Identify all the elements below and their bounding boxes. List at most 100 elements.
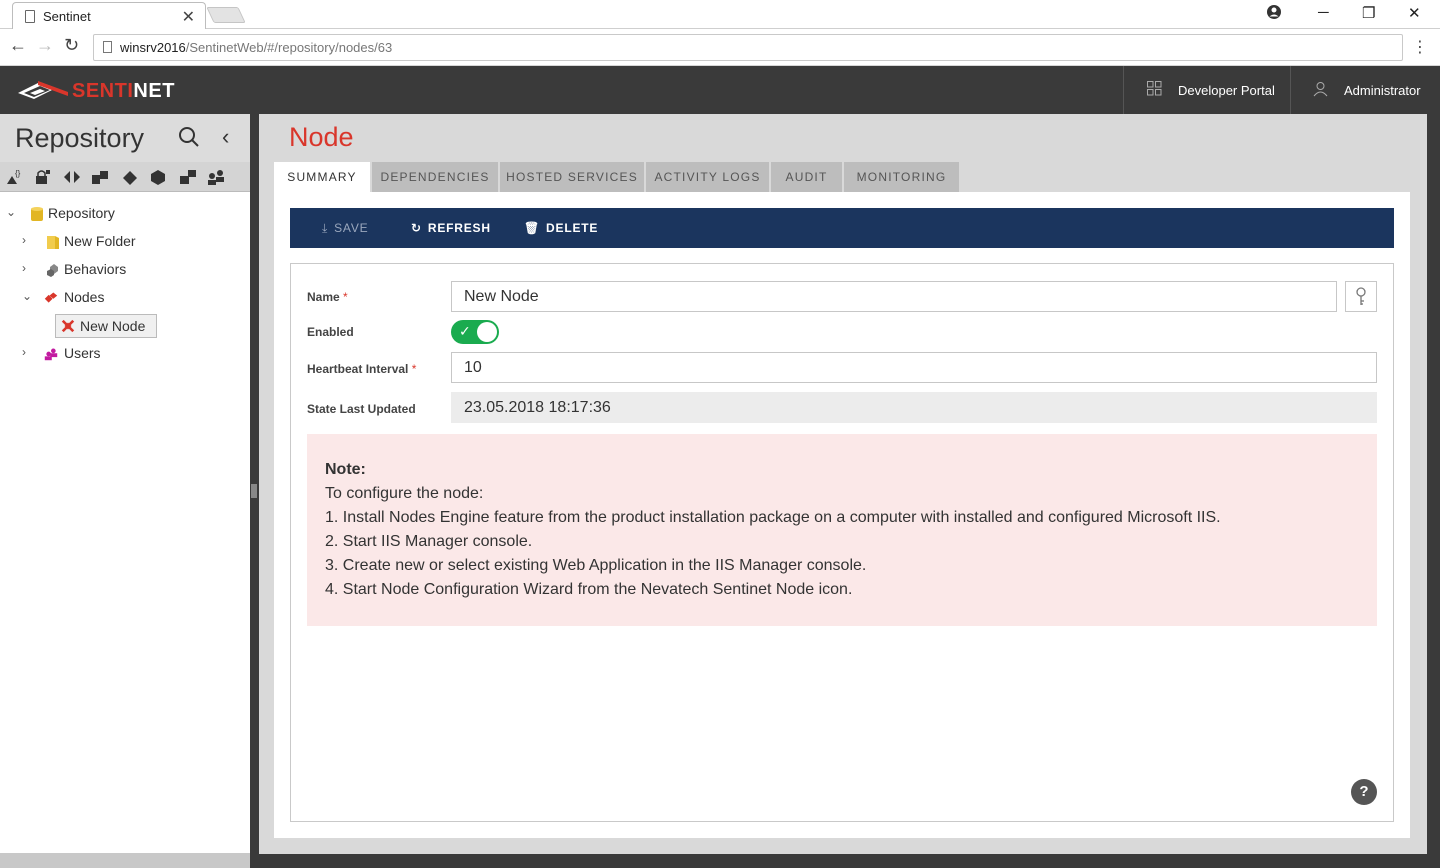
note-line: To configure the node:	[325, 485, 484, 502]
collapse-sidebar-icon[interactable]: ‹	[222, 124, 229, 150]
save-button[interactable]: ⤓ SAVE	[322, 221, 368, 236]
node-error-icon	[61, 319, 75, 333]
tree-item-label: Users	[64, 345, 101, 361]
check-icon: ✓	[459, 323, 471, 339]
header-divider	[1123, 66, 1124, 114]
search-icon[interactable]	[178, 126, 200, 148]
behaviors-icon	[47, 264, 58, 277]
note-line: 1. Install Nodes Engine feature from the…	[325, 509, 1221, 526]
user-menu[interactable]: Administrator	[1344, 83, 1421, 98]
page-icon	[25, 10, 35, 23]
add-interface-icon[interactable]: {}	[6, 168, 26, 186]
add-service-icon[interactable]	[90, 168, 110, 186]
download-icon: ⤓	[322, 221, 329, 235]
back-icon[interactable]: ←	[9, 35, 27, 56]
tree-item-label: Nodes	[64, 289, 105, 305]
sidebar-footer	[0, 853, 250, 868]
tab-dependencies[interactable]: DEPENDENCIES	[372, 162, 499, 192]
add-folder-icon[interactable]	[178, 168, 198, 186]
refresh-icon: ↻	[411, 221, 422, 235]
sidebar-header: Repository ‹	[0, 114, 250, 162]
key-button[interactable]	[1345, 281, 1377, 312]
action-toolbar: ⤓ SAVE ↻ REFRESH 🗑 DELETE	[290, 208, 1394, 248]
developer-portal-link[interactable]: Developer Portal	[1178, 83, 1275, 98]
reload-icon[interactable]: ↻	[64, 35, 79, 56]
minimize-icon[interactable]: ─	[1318, 4, 1329, 21]
svg-text:{}: {}	[15, 169, 21, 178]
forward-icon[interactable]: →	[36, 35, 54, 56]
note-line: 3. Create new or select existing Web App…	[325, 557, 867, 574]
user-icon	[1313, 82, 1328, 97]
save-label: SAVE	[334, 221, 369, 235]
refresh-label: REFRESH	[427, 221, 491, 235]
browser-menu-icon[interactable]: ⋮	[1412, 37, 1428, 57]
add-user-icon[interactable]	[206, 168, 226, 186]
add-node-icon[interactable]	[120, 168, 140, 186]
refresh-button[interactable]: ↻ REFRESH	[411, 221, 491, 235]
configuration-note: Note: To configure the node: 1. Install …	[307, 434, 1377, 626]
add-routing-icon[interactable]	[62, 168, 82, 186]
browser-tab[interactable]: Sentinet ✕	[12, 2, 206, 29]
sidebar-toolbar: {}	[0, 162, 250, 192]
logo-text-part2: NET	[133, 80, 175, 102]
name-field[interactable]: New Node	[451, 281, 1337, 312]
state-last-updated-value: 23.05.2018 18:17:36	[451, 392, 1377, 423]
page-info-icon[interactable]	[103, 41, 112, 53]
chevron-right-icon[interactable]: ›	[22, 345, 26, 359]
url-text[interactable]: winsrv2016/SentinetWeb/#/repository/node…	[120, 40, 392, 55]
grid-icon	[1147, 81, 1162, 96]
note-line: 4. Start Node Configuration Wizard from …	[325, 581, 853, 598]
enabled-label: Enabled	[307, 325, 354, 339]
address-bar[interactable]: winsrv2016/SentinetWeb/#/repository/node…	[93, 34, 1403, 61]
name-label-text: Name	[307, 290, 340, 304]
sidebar: Repository ‹ {} ⌄ Repository › New Folde…	[0, 114, 250, 868]
browser-tab-title: Sentinet	[43, 9, 91, 24]
tree-item-new-node[interactable]: New Node	[55, 314, 157, 338]
heartbeat-label-text: Heartbeat Interval	[307, 362, 409, 376]
key-icon	[1356, 287, 1366, 305]
delete-button[interactable]: 🗑 DELETE	[524, 221, 598, 235]
note-line: 2. Start IIS Manager console.	[325, 533, 533, 550]
chevron-down-icon[interactable]: ⌄	[6, 205, 16, 219]
add-behavior-icon[interactable]	[148, 168, 168, 186]
folder-icon	[47, 236, 59, 249]
close-tab-icon[interactable]: ✕	[182, 7, 195, 27]
sidebar-title: Repository	[15, 123, 145, 153]
heartbeat-interval-field[interactable]: 10	[451, 352, 1377, 383]
chevron-right-icon[interactable]: ›	[22, 233, 26, 247]
app-logo-text[interactable]: SENTINET	[72, 80, 175, 103]
splitter-handle[interactable]	[251, 484, 257, 498]
browser-tabbar: Sentinet ✕ ─ ❐ ✕	[0, 0, 1440, 29]
chevron-right-icon[interactable]: ›	[22, 261, 26, 275]
users-icon	[44, 348, 58, 361]
help-button[interactable]: ?	[1351, 779, 1377, 805]
tab-activity-logs[interactable]: ACTIVITY LOGS	[646, 162, 770, 192]
tab-hosted-services[interactable]: HOSTED SERVICES	[500, 162, 645, 192]
tree-item-label: Repository	[48, 205, 115, 221]
name-label: Name *	[307, 290, 348, 304]
enabled-toggle[interactable]: ✓	[451, 320, 499, 344]
required-mark: *	[411, 362, 417, 376]
tree-item-label: New Node	[80, 318, 146, 334]
database-icon	[31, 207, 43, 221]
state-last-updated-label: State Last Updated	[307, 402, 416, 416]
toggle-knob	[477, 322, 497, 342]
chevron-down-icon[interactable]: ⌄	[22, 289, 32, 303]
new-tab-button[interactable]	[206, 7, 246, 23]
page-title: Node	[289, 122, 354, 152]
delete-label: DELETE	[546, 221, 599, 235]
add-security-icon[interactable]	[34, 168, 54, 186]
tree-item-label: Behaviors	[64, 261, 127, 277]
logo-text-part1: SENTI	[72, 80, 134, 102]
heartbeat-label: Heartbeat Interval *	[307, 362, 416, 376]
tab-monitoring[interactable]: MONITORING	[844, 162, 960, 192]
header-divider	[1290, 66, 1291, 114]
restore-icon[interactable]: ❐	[1362, 4, 1375, 22]
tab-summary[interactable]: SUMMARY	[274, 162, 371, 192]
profile-icon[interactable]	[1266, 4, 1282, 24]
trash-icon: 🗑	[524, 221, 541, 235]
close-window-icon[interactable]: ✕	[1408, 4, 1421, 22]
tab-audit[interactable]: AUDIT	[771, 162, 843, 192]
sentinet-logo-icon[interactable]	[16, 78, 72, 104]
address-bar-row: ← → ↻ winsrv2016/SentinetWeb/#/repositor…	[0, 29, 1440, 66]
